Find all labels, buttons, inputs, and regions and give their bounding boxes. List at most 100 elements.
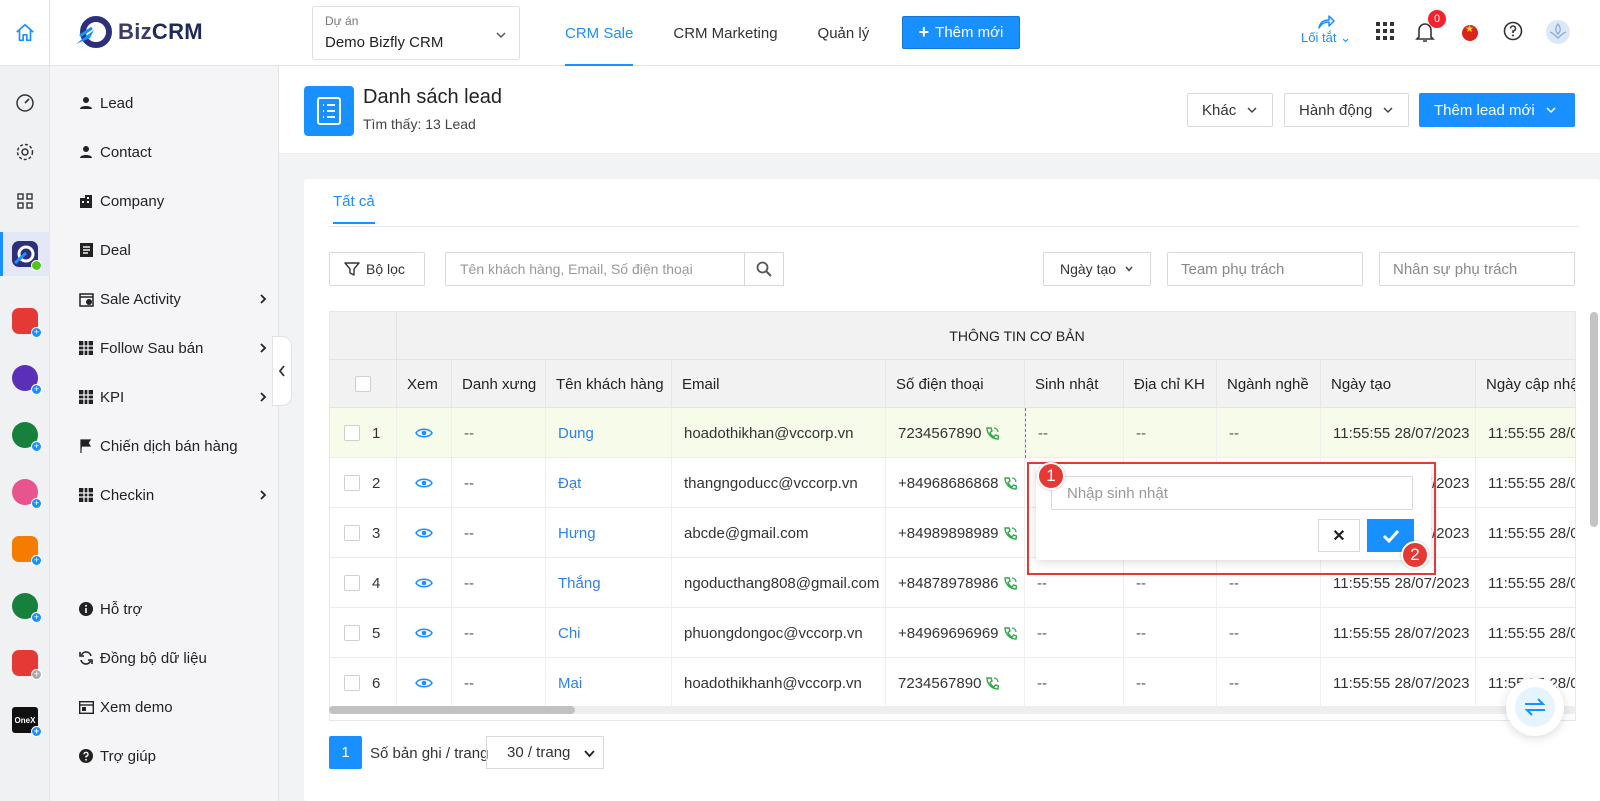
customer-name-link[interactable]: Mai: [546, 658, 672, 708]
per-page-select[interactable]: 30 / trang: [486, 736, 604, 769]
cell-birthday[interactable]: --: [1025, 608, 1124, 658]
rail-app-tag[interactable]: +: [0, 415, 50, 455]
cell-birthday[interactable]: --: [1025, 658, 1124, 708]
sidebar-item-kpi[interactable]: KPI: [76, 382, 276, 412]
select-all-checkbox-cell[interactable]: [330, 360, 397, 408]
col-birthday: Sinh nhật: [1025, 360, 1124, 408]
phone-icon[interactable]: [1003, 626, 1017, 640]
customer-name-link[interactable]: Hưng: [546, 508, 672, 558]
customer-name-link[interactable]: Chi: [546, 608, 672, 658]
row-checkbox[interactable]: [344, 675, 360, 691]
shortcut-menu[interactable]: Lối tắt ⌄: [1298, 14, 1354, 46]
customer-name-link[interactable]: Đạt: [546, 458, 672, 508]
table-row[interactable]: 6 -- Mai hoadothikhanh@vccorp.vn 7234567890-…: [330, 658, 1575, 708]
apps-grid-icon[interactable]: [1375, 21, 1395, 41]
sidebar-item-tro-giup[interactable]: Trợ giúp: [76, 741, 276, 771]
rail-modules[interactable]: [0, 181, 50, 221]
view-button[interactable]: [397, 458, 452, 508]
sidebar-item-dong-bo[interactable]: Đồng bộ dữ liệu: [76, 643, 276, 673]
cell-phone: +84969696969: [886, 608, 1025, 658]
add-lead-button[interactable]: Thêm lead mới: [1419, 93, 1575, 127]
tab-all[interactable]: Tất cả: [333, 193, 375, 224]
date-select-label: Ngày tạo: [1060, 261, 1117, 277]
rail-dashboard[interactable]: [0, 83, 50, 123]
sidebar-item-sale-activity[interactable]: Sale Activity: [76, 284, 276, 314]
page-1-button[interactable]: 1: [329, 736, 362, 769]
sidebar-collapse-toggle[interactable]: [272, 336, 292, 406]
col-email: Email: [672, 360, 886, 408]
col-updated: Ngày cập nhật: [1476, 360, 1575, 408]
table-row[interactable]: 5 -- Chi phuongdongoc@vccorp.vn +84969696969…: [330, 608, 1575, 658]
customer-name-link[interactable]: Dung: [546, 408, 672, 458]
bizcrm-logo[interactable]: BizCRM: [74, 14, 203, 50]
view-button[interactable]: [397, 408, 452, 458]
horizontal-scrollbar[interactable]: [329, 706, 1576, 714]
view-button[interactable]: [397, 558, 452, 608]
cell-birthday[interactable]: --: [1025, 408, 1124, 458]
sidebar: Lead Contact Company Deal Sale Activity …: [50, 66, 279, 801]
cell-updated: 11:55:55 28/07/2023: [1476, 458, 1575, 508]
rail-settings[interactable]: [0, 132, 50, 172]
search-input[interactable]: Tên khách hàng, Email, Số điện thoại: [445, 252, 745, 286]
floating-switch-button[interactable]: [1506, 678, 1564, 736]
phone-icon[interactable]: [1003, 476, 1017, 490]
sidebar-item-lead[interactable]: Lead: [76, 88, 276, 118]
view-button[interactable]: [397, 508, 452, 558]
row-checkbox[interactable]: [344, 575, 360, 591]
rail-app-bot[interactable]: +: [0, 358, 50, 398]
help-circle-icon[interactable]: [1503, 21, 1523, 41]
customer-name-link[interactable]: Thắng: [546, 558, 672, 608]
rail-app-onex[interactable]: OneX +: [0, 700, 50, 740]
view-button[interactable]: [397, 608, 452, 658]
phone-icon[interactable]: [1003, 526, 1017, 540]
sidebar-item-chien-dich[interactable]: Chiến dịch bán hàng: [76, 431, 276, 461]
rail-app-heart[interactable]: +: [0, 472, 50, 512]
team-input[interactable]: Team phụ trách: [1167, 252, 1363, 286]
nav-quan-ly[interactable]: Quản lý: [798, 0, 890, 66]
add-new-button[interactable]: + Thêm mới: [902, 16, 1020, 49]
row-select-cell: 4: [330, 558, 397, 608]
phone-icon[interactable]: [986, 426, 1000, 440]
nav-crm-marketing[interactable]: CRM Marketing: [653, 0, 797, 66]
phone-icon[interactable]: [1003, 576, 1017, 590]
sidebar-item-xem-demo[interactable]: Xem demo: [76, 692, 276, 722]
sidebar-item-label: KPI: [100, 388, 125, 406]
chevron-right-icon: [260, 343, 267, 353]
date-created-select[interactable]: Ngày tạo: [1043, 252, 1151, 286]
phone-icon[interactable]: [986, 676, 1000, 690]
staff-input[interactable]: Nhân sự phụ trách: [1379, 252, 1575, 286]
scrollbar-thumb[interactable]: [329, 706, 575, 714]
nav-crm-sale[interactable]: CRM Sale: [545, 0, 653, 67]
sidebar-item-deal[interactable]: Deal: [76, 235, 276, 265]
rail-app-mail-2[interactable]: +: [0, 643, 50, 683]
vertical-scrollbar[interactable]: [1590, 312, 1598, 527]
row-checkbox[interactable]: [344, 475, 360, 491]
sidebar-item-follow-sau-ban[interactable]: Follow Sau bán: [76, 333, 276, 363]
row-checkbox[interactable]: [344, 625, 360, 641]
project-select[interactable]: Dự án Demo Bizfly CRM: [312, 6, 520, 60]
sidebar-item-label: Hỗ trợ: [100, 600, 143, 618]
tag-app-icon: +: [12, 422, 42, 452]
sidebar-item-checkin[interactable]: Checkin: [76, 480, 276, 510]
table-row[interactable]: 1 -- Dung hoadothikhan@vccorp.vn 7234567890-…: [330, 408, 1575, 458]
other-dropdown-button[interactable]: Khác: [1187, 93, 1274, 127]
filter-button[interactable]: Bộ lọc: [329, 252, 425, 286]
avatar[interactable]: [1545, 19, 1571, 45]
sidebar-item-ho-tro[interactable]: Hỗ trợ: [76, 594, 276, 624]
search-button[interactable]: [744, 252, 784, 286]
cell-title: --: [452, 558, 546, 608]
select-all-checkbox[interactable]: [355, 376, 371, 392]
row-checkbox[interactable]: [344, 525, 360, 541]
sidebar-item-company[interactable]: Company: [76, 186, 276, 216]
home-button[interactable]: [0, 0, 50, 66]
rail-crm[interactable]: [0, 232, 50, 276]
rail-app-tag-2[interactable]: +: [0, 586, 50, 626]
vietnam-flag-icon[interactable]: [1462, 24, 1478, 41]
rail-app-mail[interactable]: +: [0, 301, 50, 341]
view-button[interactable]: [397, 658, 452, 708]
row-checkbox[interactable]: [344, 425, 360, 441]
cell-created: 11:55:55 28/07/2023: [1321, 408, 1476, 458]
sidebar-item-contact[interactable]: Contact: [76, 137, 276, 167]
rail-app-shop[interactable]: +: [0, 529, 50, 569]
action-dropdown-button[interactable]: Hành động: [1284, 93, 1410, 127]
